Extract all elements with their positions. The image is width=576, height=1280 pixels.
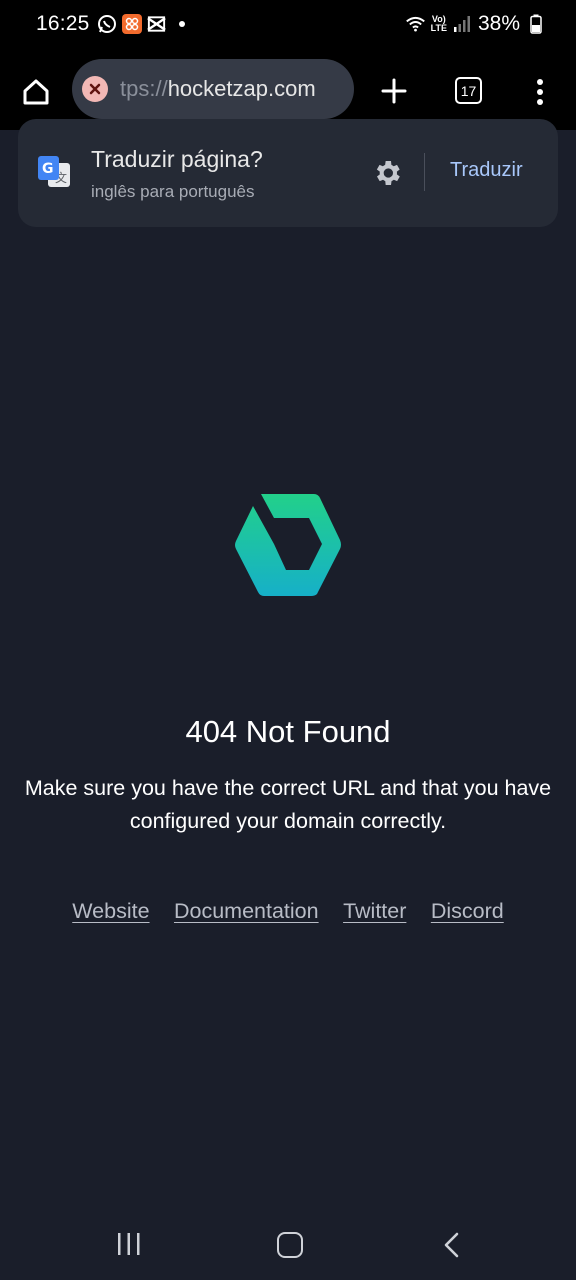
- address-bar[interactable]: tps://hocketzap.com: [72, 59, 354, 119]
- translate-title: Traduzir página?: [91, 146, 263, 172]
- recents-icon[interactable]: [117, 1233, 141, 1255]
- translate-prompt: 文 G Traduzir página? inglês para portugu…: [18, 119, 558, 227]
- link-twitter[interactable]: Twitter: [343, 899, 406, 924]
- svg-text:G: G: [42, 161, 54, 177]
- more-vert-icon: [537, 79, 543, 105]
- more-menu-button[interactable]: [526, 75, 554, 109]
- notification-dot: [179, 20, 185, 27]
- whatsapp-icon: [96, 13, 117, 34]
- footer-links: Website Documentation Twitter Discord: [0, 899, 576, 924]
- url-domain: hocketzap.com: [167, 76, 316, 101]
- translate-language-pair: inglês para português: [91, 182, 255, 201]
- url-text[interactable]: tps://hocketzap.com: [120, 76, 346, 102]
- link-documentation[interactable]: Documentation: [174, 899, 319, 924]
- divider: [424, 153, 425, 191]
- translate-button[interactable]: Traduzir: [450, 159, 523, 182]
- status-bar: 16:25 Vo) LTE 38%: [0, 0, 576, 50]
- network-type: Vo) LTE: [431, 15, 447, 33]
- system-icons: Vo) LTE 38%: [405, 12, 546, 36]
- google-translate-icon: 文 G: [38, 156, 70, 187]
- capcut-icon: [146, 13, 167, 34]
- error-message: Make sure you have the correct URL and t…: [24, 776, 552, 833]
- home-button[interactable]: [16, 72, 56, 112]
- back-icon[interactable]: [442, 1232, 462, 1258]
- new-tab-button[interactable]: [375, 72, 413, 110]
- status-time: 16:25: [36, 12, 90, 35]
- system-nav-bar: [0, 1206, 576, 1280]
- tab-switcher-button[interactable]: 17: [455, 77, 482, 104]
- url-scheme: tps://: [120, 76, 168, 101]
- home-circle-icon[interactable]: [277, 1232, 303, 1258]
- battery-percent: 38%: [477, 12, 520, 35]
- home-icon: [23, 79, 49, 105]
- notification-icons: [96, 13, 185, 34]
- app-icon: [121, 13, 142, 34]
- wifi-icon: [405, 14, 426, 35]
- logo: [235, 494, 341, 596]
- lte-label: LTE: [430, 23, 447, 33]
- gear-icon[interactable]: [371, 157, 403, 189]
- link-discord[interactable]: Discord: [431, 899, 504, 924]
- browser-toolbar: tps://hocketzap.com 17: [0, 50, 576, 130]
- plus-icon: [381, 78, 407, 104]
- signal-icon: [452, 14, 473, 35]
- battery-icon: [525, 14, 546, 35]
- link-website[interactable]: Website: [72, 899, 149, 924]
- page-title: 404 Not Found: [185, 714, 391, 749]
- error-icon[interactable]: [82, 76, 108, 102]
